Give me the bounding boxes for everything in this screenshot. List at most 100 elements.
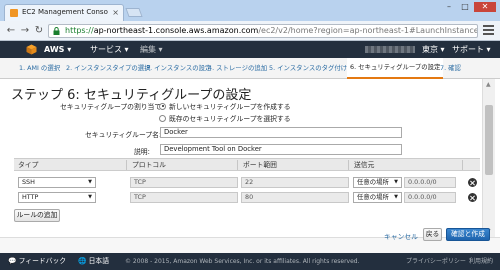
select-caret-icon: ▼	[394, 194, 398, 200]
wizard-step-security-group[interactable]: 6. セキュリティグループの設定	[347, 58, 444, 79]
browser-menu-icon[interactable]	[483, 25, 494, 36]
column-divider	[126, 160, 127, 170]
radio-create-new[interactable]: 新しいセキュリティグループを作成する	[159, 101, 291, 111]
region-menu[interactable]: 東京 ▾	[422, 41, 445, 58]
wizard-step-tags[interactable]: 5. インスタンスのタグ付け	[269, 58, 347, 79]
column-header-type: タイプ	[18, 161, 39, 169]
add-rule-button[interactable]: ルールの追加	[14, 209, 60, 222]
aws-favicon-icon	[10, 9, 18, 17]
edit-label: 編集	[140, 45, 156, 54]
select-caret-icon: ▼	[88, 194, 92, 200]
minimize-icon[interactable]: –	[442, 2, 456, 12]
column-divider	[462, 160, 463, 170]
language-selector[interactable]: 🌐 日本語	[78, 253, 109, 270]
aws-console-bar: AWS ▾ サービス ▾ 編集 ▾ 東京 ▾ サポート ▾	[0, 41, 500, 58]
support-label: サポート	[452, 45, 484, 54]
column-divider	[348, 160, 349, 170]
rule-type-select[interactable]: SSH ▼	[18, 177, 96, 188]
globe-icon: 🌐	[78, 257, 87, 265]
rule-type-value: SSH	[22, 178, 35, 186]
window-close-icon[interactable]: ✕	[474, 2, 496, 12]
column-header-protocol: プロトコル	[132, 161, 166, 169]
rules-table-header: タイプ プロトコル ポート範囲 送信元	[14, 158, 480, 171]
address-bar[interactable]: https://ap-northeast-1.console.aws.amazo…	[48, 24, 478, 38]
delete-rule-icon[interactable]	[468, 178, 477, 187]
url-path: /ec2/v2/home?region=ap-northeast-1#Launc…	[258, 26, 478, 35]
new-tab-button[interactable]	[125, 8, 143, 17]
review-and-launch-button[interactable]: 確認と作成	[446, 228, 490, 241]
delete-rule-icon[interactable]	[468, 193, 477, 202]
rule-source-mode: 任意の場所	[357, 178, 389, 186]
select-caret-icon: ▼	[88, 179, 92, 185]
cancel-link[interactable]: キャンセル	[384, 231, 418, 241]
language-label: 日本語	[88, 257, 110, 265]
console-footer: 💬 フィードバック 🌐 日本語 © 2008 - 2015, Amazon We…	[0, 253, 500, 270]
forward-arrow-icon[interactable]: →	[18, 24, 32, 38]
chevron-down-icon: ▾	[67, 45, 72, 54]
rule-source-select[interactable]: 任意の場所 ▼	[353, 177, 402, 188]
region-label: 東京	[422, 45, 438, 54]
column-header-source: 送信元	[354, 161, 375, 169]
tab-close-icon[interactable]: ×	[112, 5, 119, 20]
maximize-icon[interactable]: □	[458, 2, 472, 12]
radio-button[interactable]	[159, 114, 166, 122]
reload-icon[interactable]: ↻	[32, 24, 46, 38]
radio-select-existing[interactable]: 既存のセキュリティグループを選択する	[159, 113, 291, 123]
aws-menu[interactable]: AWS ▾	[44, 41, 71, 58]
redacted-account-name[interactable]	[365, 46, 415, 53]
wizard-steps: 1. AMI の選択 2. インスタンスタイプの選択 3. インスタンスの設定 …	[0, 58, 500, 79]
browser-tab-title: EC2 Management Conso	[22, 8, 108, 16]
content-scrollbar[interactable]: ▲ ▼	[482, 79, 495, 237]
lock-icon	[53, 27, 60, 35]
browser-tab-strip: EC2 Management Conso × – □ ✕	[0, 0, 500, 21]
rule-source-select[interactable]: 任意の場所 ▼	[353, 192, 402, 203]
rule-source-mode: 任意の場所	[357, 193, 389, 201]
rule-source-cidr: 0.0.0.0/0	[404, 192, 456, 203]
privacy-policy-link[interactable]: プライバシーポリシー	[406, 253, 466, 270]
rule-type-select[interactable]: HTTP ▼	[18, 192, 96, 203]
wizard-step-review[interactable]: 7. 確認	[440, 58, 461, 79]
url-host: ap-northeast-1.console.aws.amazon.com	[93, 26, 259, 35]
wizard-step-configure[interactable]: 3. インスタンスの設定	[146, 58, 211, 79]
wizard-step-ami[interactable]: 1. AMI の選択	[19, 58, 60, 79]
support-menu[interactable]: サポート ▾	[452, 41, 491, 58]
chevron-down-icon: ▾	[124, 45, 129, 54]
speech-bubble-icon: 💬	[8, 257, 17, 265]
aws-brand: AWS	[44, 45, 65, 54]
back-button[interactable]: 戻る	[423, 228, 442, 241]
wizard-step-storage[interactable]: 4. ストレージの追加	[208, 58, 267, 79]
back-arrow-icon[interactable]: ←	[4, 24, 18, 38]
feedback-link[interactable]: 💬 フィードバック	[8, 253, 66, 270]
select-caret-icon: ▼	[394, 179, 398, 185]
chevron-down-icon: ▾	[158, 45, 163, 54]
rule-protocol-field: TCP	[130, 177, 238, 188]
aws-cube-icon[interactable]	[26, 44, 37, 55]
radio-create-new-label: 新しいセキュリティグループを作成する	[169, 103, 291, 111]
window-controls: – □ ✕	[442, 2, 496, 12]
url-scheme: https://	[65, 26, 94, 35]
chevron-down-icon: ▾	[486, 45, 491, 54]
description-input[interactable]: Development Tool on Docker	[160, 144, 402, 155]
column-header-port-range: ポート範囲	[243, 161, 277, 169]
description-label: 説明:	[134, 148, 150, 156]
rule-source-cidr: 0.0.0.0/0	[404, 177, 456, 188]
edit-menu[interactable]: 編集 ▾	[140, 41, 163, 58]
browser-toolbar: ← → ↻ https://ap-northeast-1.console.aws…	[0, 21, 500, 41]
chevron-down-icon: ▾	[440, 45, 445, 54]
rule-protocol-field: TCP	[130, 192, 238, 203]
radio-button-selected[interactable]	[159, 102, 166, 110]
scrollbar-thumb[interactable]	[485, 105, 493, 175]
services-menu[interactable]: サービス ▾	[90, 41, 129, 58]
assign-sg-label: セキュリティグループの割り当て:	[60, 103, 164, 111]
terms-link[interactable]: 利用規約	[469, 253, 493, 270]
scroll-up-icon[interactable]: ▲	[486, 81, 491, 88]
sg-name-input[interactable]: Docker	[160, 127, 402, 138]
column-divider	[237, 160, 238, 170]
rule-port-field: 80	[241, 192, 349, 203]
feedback-label: フィードバック	[18, 257, 67, 265]
radio-select-existing-label: 既存のセキュリティグループを選択する	[169, 115, 291, 123]
services-label: サービス	[90, 45, 122, 54]
browser-tab[interactable]: EC2 Management Conso ×	[4, 4, 124, 21]
wizard-step-instance-type[interactable]: 2. インスタンスタイプの選択	[66, 58, 151, 79]
sg-name-label: セキュリティグループ名:	[85, 131, 162, 139]
